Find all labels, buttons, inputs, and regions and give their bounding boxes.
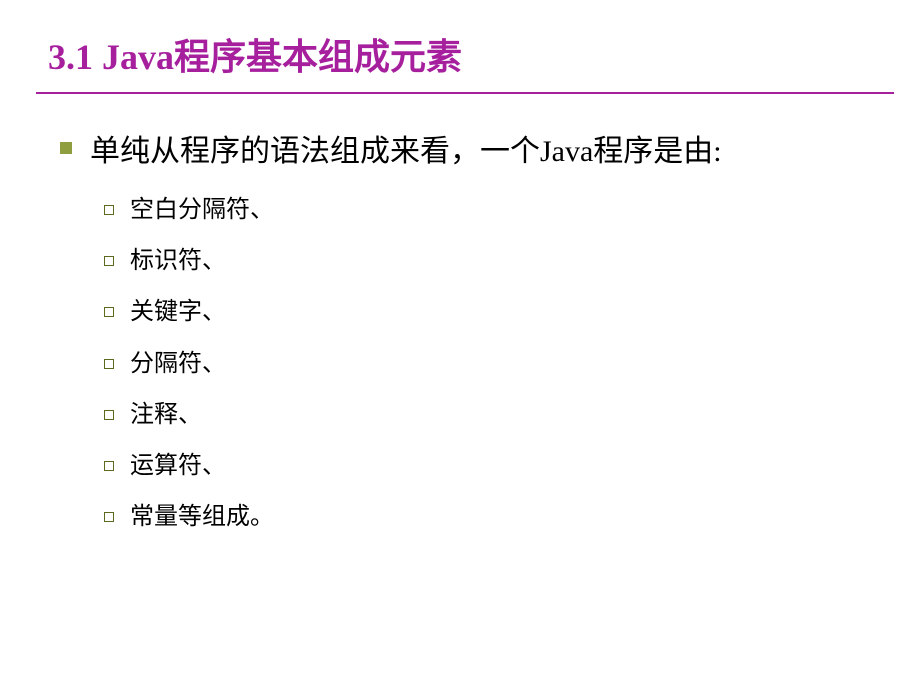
list-item: 空白分隔符、 [104,195,880,226]
hollow-square-bullet-icon [104,512,114,522]
list-item: 分隔符、 [104,349,880,380]
list-item: 常量等组成。 [104,502,880,533]
list-item: 关键字、 [104,297,880,328]
sub-item-text: 分隔符、 [130,349,226,380]
title-underline [36,92,894,94]
hollow-square-bullet-icon [104,410,114,420]
sub-item-text: 标识符、 [130,246,226,277]
square-bullet-icon [60,142,72,154]
list-item: 注释、 [104,400,880,431]
hollow-square-bullet-icon [104,307,114,317]
hollow-square-bullet-icon [104,205,114,215]
sub-list: 空白分隔符、 标识符、 关键字、 分隔符、 注释、 运算符、 常量等组成。 [48,195,880,533]
list-item: 标识符、 [104,246,880,277]
sub-item-text: 运算符、 [130,451,226,482]
sub-item-text: 空白分隔符、 [130,195,274,226]
slide-title: 3.1 Java程序基本组成元素 [48,28,880,80]
main-list-item: 单纯从程序的语法组成来看，一个Java程序是由: [60,126,880,177]
sub-item-text: 注释、 [130,400,202,431]
main-list: 单纯从程序的语法组成来看，一个Java程序是由: [48,126,880,177]
sub-item-text: 常量等组成。 [130,502,274,533]
slide-container: 3.1 Java程序基本组成元素 单纯从程序的语法组成来看，一个Java程序是由… [0,0,920,690]
list-item: 运算符、 [104,451,880,482]
hollow-square-bullet-icon [104,461,114,471]
main-item-text: 单纯从程序的语法组成来看，一个Java程序是由: [90,126,722,177]
sub-item-text: 关键字、 [130,297,226,328]
hollow-square-bullet-icon [104,359,114,369]
hollow-square-bullet-icon [104,256,114,266]
